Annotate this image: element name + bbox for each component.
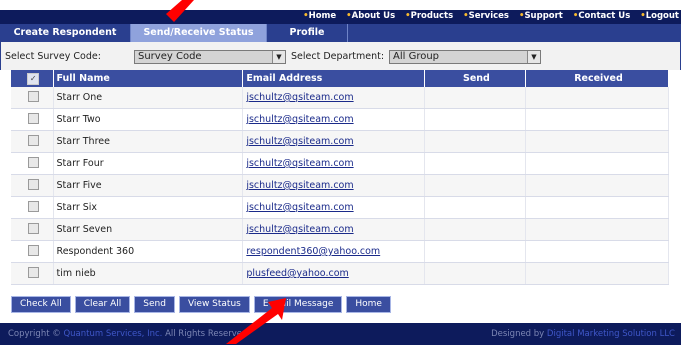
annotation-arrow-bottom bbox=[226, 298, 286, 344]
send-cell bbox=[424, 196, 526, 219]
arrow-shape bbox=[226, 298, 286, 344]
clear-all-button[interactable]: Clear All bbox=[74, 296, 131, 313]
respondent-email[interactable]: jschultz@qsiteam.com bbox=[246, 92, 353, 103]
table-row: Starr Seven jschultz@qsiteam.com bbox=[11, 218, 670, 241]
row-checkbox[interactable] bbox=[27, 156, 39, 168]
nav-link-home[interactable]: Home bbox=[303, 11, 337, 21]
filter-row: Select Survey Code: Survey Code ▼ Select… bbox=[0, 42, 681, 70]
survey-code-select[interactable]: Survey Code ▼ bbox=[134, 50, 286, 64]
received-cell bbox=[525, 196, 670, 219]
table-row: tim nieb plusfeed@yahoo.com bbox=[11, 262, 670, 285]
row-checkbox[interactable] bbox=[27, 244, 39, 256]
chevron-down-icon: ▼ bbox=[527, 51, 540, 63]
top-nav-bar: Home About Us Products Services Support … bbox=[0, 10, 681, 24]
header-email: Email Address bbox=[242, 70, 425, 87]
row-checkbox[interactable] bbox=[27, 178, 39, 190]
header-received: Received bbox=[525, 70, 670, 87]
table-row: Starr Two jschultz@qsiteam.com bbox=[11, 108, 670, 131]
send-cell bbox=[424, 262, 526, 285]
footer-copyright: Copyright © Quantum Services, Inc. All R… bbox=[8, 329, 247, 339]
received-cell bbox=[525, 262, 670, 285]
send-cell bbox=[424, 108, 526, 131]
respondent-name: Starr Five bbox=[53, 174, 244, 197]
nav-link-products[interactable]: Products bbox=[405, 11, 454, 21]
respondent-name: Starr Six bbox=[53, 196, 244, 219]
company-link[interactable]: Quantum Services, Inc. bbox=[63, 329, 162, 339]
respondent-email[interactable]: jschultz@qsiteam.com bbox=[246, 180, 353, 191]
table-row: Starr One jschultz@qsiteam.com bbox=[11, 87, 670, 109]
send-cell bbox=[424, 240, 526, 263]
received-cell bbox=[525, 87, 670, 109]
respondent-email[interactable]: jschultz@qsiteam.com bbox=[246, 114, 353, 125]
select-all-checkbox[interactable]: ✓ bbox=[27, 72, 40, 85]
designed-by-label: Designed by bbox=[491, 329, 545, 339]
respondent-email[interactable]: jschultz@qsiteam.com bbox=[246, 202, 353, 213]
nav-link-logout[interactable]: Logout bbox=[640, 11, 679, 21]
send-cell bbox=[424, 174, 526, 197]
respondent-email[interactable]: jschultz@qsiteam.com bbox=[246, 224, 353, 235]
check-all-button[interactable]: Check All bbox=[11, 296, 71, 313]
respondent-name: Starr Three bbox=[53, 130, 244, 153]
copyright-prefix: Copyright © bbox=[8, 329, 61, 339]
respondent-email[interactable]: jschultz@qsiteam.com bbox=[246, 136, 353, 147]
table-row: Starr Six jschultz@qsiteam.com bbox=[11, 196, 670, 219]
designer-link[interactable]: Digital Marketing Solution LLC bbox=[547, 329, 675, 339]
received-cell bbox=[525, 152, 670, 175]
row-checkbox[interactable] bbox=[27, 112, 39, 124]
table-row: Starr Four jschultz@qsiteam.com bbox=[11, 152, 670, 175]
received-cell bbox=[525, 218, 670, 241]
select-all-header[interactable]: ✓ bbox=[11, 70, 54, 87]
table-row: Respondent 360 respondent360@yahoo.com bbox=[11, 240, 670, 263]
row-checkbox[interactable] bbox=[27, 222, 39, 234]
department-label: Select Department: bbox=[291, 51, 385, 62]
received-cell bbox=[525, 108, 670, 131]
tab-send-receive-status[interactable]: Send/Receive Status bbox=[131, 24, 267, 42]
respondent-email[interactable]: jschultz@qsiteam.com bbox=[246, 158, 353, 169]
respondent-name: Starr Four bbox=[53, 152, 244, 175]
received-cell bbox=[525, 174, 670, 197]
row-checkbox[interactable] bbox=[27, 266, 39, 278]
table-row: Starr Three jschultz@qsiteam.com bbox=[11, 130, 670, 153]
nav-link-about-us[interactable]: About Us bbox=[346, 11, 396, 21]
survey-code-label: Select Survey Code: bbox=[5, 51, 101, 62]
nav-link-contact-us[interactable]: Contact Us bbox=[573, 11, 630, 21]
send-cell bbox=[424, 87, 526, 109]
respondent-name: tim nieb bbox=[53, 262, 244, 285]
header-full-name: Full Name bbox=[53, 70, 244, 87]
received-cell bbox=[525, 130, 670, 153]
row-checkbox[interactable] bbox=[27, 200, 39, 212]
table-row: Starr Five jschultz@qsiteam.com bbox=[11, 174, 670, 197]
respondent-name: Starr Seven bbox=[53, 218, 244, 241]
respondent-email[interactable]: respondent360@yahoo.com bbox=[246, 246, 380, 257]
send-cell bbox=[424, 218, 526, 241]
respondent-email[interactable]: plusfeed@yahoo.com bbox=[246, 268, 348, 279]
action-buttons: Check All Clear All Send View Status E-m… bbox=[11, 296, 391, 313]
send-button[interactable]: Send bbox=[134, 296, 175, 313]
arrow-shape bbox=[166, 0, 194, 22]
footer-designer: Designed by Digital Marketing Solution L… bbox=[491, 329, 675, 339]
home-button[interactable]: Home bbox=[346, 296, 391, 313]
survey-code-value: Survey Code bbox=[138, 51, 202, 62]
footer: Copyright © Quantum Services, Inc. All R… bbox=[0, 323, 681, 345]
department-value: All Group bbox=[393, 51, 440, 62]
annotation-arrow-top bbox=[166, 0, 194, 22]
row-checkbox[interactable] bbox=[27, 90, 39, 102]
department-select[interactable]: All Group ▼ bbox=[389, 50, 541, 64]
respondent-name: Starr Two bbox=[53, 108, 244, 131]
respondent-name: Respondent 360 bbox=[53, 240, 244, 263]
send-cell bbox=[424, 152, 526, 175]
nav-link-services[interactable]: Services bbox=[463, 11, 509, 21]
tab-profile[interactable]: Profile bbox=[267, 24, 348, 42]
respondent-table: ✓ Full Name Email Address Send Received … bbox=[11, 70, 670, 285]
nav-link-support[interactable]: Support bbox=[519, 11, 562, 21]
respondent-name: Starr One bbox=[53, 87, 244, 109]
tab-create-respondent[interactable]: Create Respondent bbox=[0, 24, 131, 42]
send-cell bbox=[424, 130, 526, 153]
row-checkbox[interactable] bbox=[27, 134, 39, 146]
received-cell bbox=[525, 240, 670, 263]
tab-bar: Create Respondent Send/Receive Status Pr… bbox=[0, 24, 681, 42]
header-send: Send bbox=[424, 70, 526, 87]
chevron-down-icon: ▼ bbox=[272, 51, 285, 63]
